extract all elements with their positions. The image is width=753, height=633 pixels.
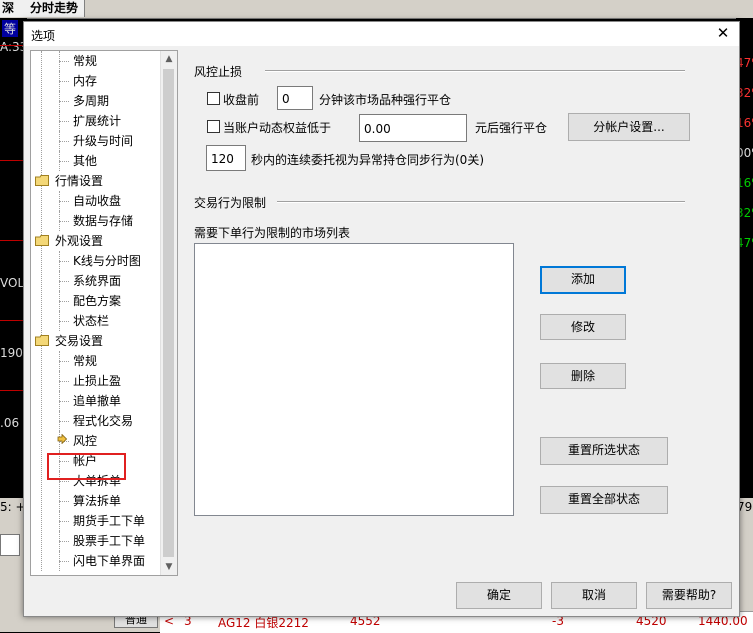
tree-branch-line bbox=[59, 121, 69, 122]
tree-item-17[interactable]: 追单撤单 bbox=[73, 392, 121, 410]
tree-group-14[interactable]: 交易设置 bbox=[55, 332, 103, 350]
tree-branch-line bbox=[59, 61, 69, 62]
add-button[interactable]: 添加 bbox=[540, 266, 626, 294]
tree-branch-line bbox=[59, 321, 69, 322]
tree-item-5[interactable]: 其他 bbox=[73, 152, 97, 170]
reset-all-button[interactable]: 重置全部状态 bbox=[540, 486, 668, 514]
left-label-190: 190 bbox=[0, 346, 23, 360]
close-icon[interactable]: ✕ bbox=[715, 25, 731, 41]
left-label-equal: 等 bbox=[2, 20, 19, 37]
tree-item-10[interactable]: K线与分时图 bbox=[73, 252, 141, 270]
scroll-up-icon[interactable]: ▲ bbox=[161, 51, 177, 67]
equity-suffix: 元后强行平仓 bbox=[475, 121, 548, 135]
left-label-06: .06 bbox=[0, 416, 20, 430]
help-button[interactable]: 需要帮助? bbox=[646, 582, 732, 609]
cancel-button[interactable]: 取消 bbox=[551, 582, 637, 609]
tree-group-9[interactable]: 外观设置 bbox=[55, 232, 103, 250]
close-minutes-suffix: 分钟该市场品种强行平仓 bbox=[319, 93, 452, 107]
left-label-vol: VOL bbox=[0, 276, 25, 290]
tree-item-23[interactable]: 期货手工下单 bbox=[73, 512, 145, 530]
options-dialog: 选项 ✕ 常规 内存 多周期 扩展统计 升级与时间 其他 行情设置 自动收盘 数据与存储 外观设置… bbox=[23, 21, 740, 617]
tree-branch-line bbox=[59, 141, 69, 142]
delete-button[interactable]: 删除 bbox=[540, 363, 626, 389]
tree-branch-line bbox=[59, 161, 69, 162]
dialog-titlebar[interactable]: 选项 ✕ bbox=[24, 22, 739, 46]
tree-branch-line bbox=[59, 261, 69, 262]
tree-branch-line bbox=[59, 101, 69, 102]
app-tabbar: 深沪 分时走势 bbox=[0, 0, 753, 32]
folder-icon bbox=[35, 235, 49, 246]
tree-item-25[interactable]: 闪电下单界面 bbox=[73, 552, 145, 570]
reset-selected-button[interactable]: 重置所选状态 bbox=[540, 437, 668, 465]
seconds-suffix: 秒内的连续委托视为异常持仓同步行为(0关) bbox=[251, 153, 484, 167]
tree-branch-line bbox=[59, 381, 69, 382]
close-minutes-input[interactable]: 0 bbox=[277, 86, 313, 110]
tree-branch-line bbox=[59, 401, 69, 402]
tree-item-1[interactable]: 内存 bbox=[73, 72, 97, 90]
market-list-label: 需要下单行为限制的市场列表 bbox=[194, 226, 351, 240]
selected-arrow-icon bbox=[57, 433, 68, 447]
scroll-down-icon[interactable]: ▼ bbox=[161, 559, 177, 575]
tree-item-18[interactable]: 程式化交易 bbox=[73, 412, 133, 430]
tree-branch-line bbox=[59, 501, 69, 502]
tab-intraday[interactable]: 分时走势 bbox=[24, 0, 86, 17]
tree-item-12[interactable]: 配色方案 bbox=[73, 292, 121, 310]
folder-icon bbox=[35, 335, 49, 346]
dialog-title: 选项 bbox=[31, 29, 56, 43]
tree-item-22[interactable]: 算法拆单 bbox=[73, 492, 121, 510]
tree-item-13[interactable]: 状态栏 bbox=[73, 312, 109, 330]
tree-item-8[interactable]: 数据与存储 bbox=[73, 212, 133, 230]
bottom-input[interactable] bbox=[0, 534, 20, 556]
tree-item-7[interactable]: 自动收盘 bbox=[73, 192, 121, 210]
tree-branch-line bbox=[59, 361, 69, 362]
tree-branch-line bbox=[59, 281, 69, 282]
tree-branch-line bbox=[59, 521, 69, 522]
tree-item-0[interactable]: 常规 bbox=[73, 52, 97, 70]
tree-scrollbar[interactable]: ▲ ▼ bbox=[160, 51, 177, 575]
settings-panel: 风控止损 收盘前 0 分钟该市场品种强行平仓 当账户动态权益低于 0.00 元后… bbox=[179, 50, 735, 574]
behavior-section-title: 交易行为限制 bbox=[194, 196, 267, 210]
risk-section-title: 风控止损 bbox=[194, 65, 243, 79]
tree-branch-line bbox=[59, 221, 69, 222]
tree-item-3[interactable]: 扩展统计 bbox=[73, 112, 121, 130]
equity-checkbox[interactable] bbox=[207, 120, 220, 133]
tree-branch-line bbox=[59, 481, 69, 482]
seconds-input[interactable]: 120 bbox=[206, 145, 246, 171]
folder-icon bbox=[35, 175, 49, 186]
tree-branch-line bbox=[59, 81, 69, 82]
close-before-label: 收盘前 bbox=[223, 93, 260, 107]
tree-item-4[interactable]: 升级与时间 bbox=[73, 132, 133, 150]
tree-branch-line bbox=[59, 561, 69, 562]
selection-highlight bbox=[47, 453, 126, 480]
options-tree[interactable]: 常规 内存 多周期 扩展统计 升级与时间 其他 行情设置 自动收盘 数据与存储 外观设置 K线与分时… bbox=[30, 50, 178, 576]
separator bbox=[265, 70, 685, 72]
tree-branch-line bbox=[59, 301, 69, 302]
scroll-thumb[interactable] bbox=[163, 69, 174, 557]
separator bbox=[277, 201, 685, 203]
tree-branch-line bbox=[59, 541, 69, 542]
tree-item-2[interactable]: 多周期 bbox=[73, 92, 109, 110]
close-before-checkbox[interactable] bbox=[207, 92, 220, 105]
equity-label: 当账户动态权益低于 bbox=[223, 121, 332, 135]
tree-trunk-line bbox=[41, 51, 42, 571]
market-listbox[interactable] bbox=[194, 243, 514, 516]
tree-item-11[interactable]: 系统界面 bbox=[73, 272, 121, 290]
tree-item-16[interactable]: 止损止盈 bbox=[73, 372, 121, 390]
tree-item-19[interactable]: 风控 bbox=[73, 432, 97, 450]
tree-branch-line bbox=[59, 201, 69, 202]
edit-button[interactable]: 修改 bbox=[540, 314, 626, 340]
account-settings-button[interactable]: 分帐户设置... bbox=[568, 113, 690, 141]
tree-item-24[interactable]: 股票手工下单 bbox=[73, 532, 145, 550]
equity-input[interactable]: 0.00 bbox=[359, 114, 467, 142]
ok-button[interactable]: 确定 bbox=[456, 582, 542, 609]
tree-group-6[interactable]: 行情设置 bbox=[55, 172, 103, 190]
tree-branch-line bbox=[59, 421, 69, 422]
tree-item-15[interactable]: 常规 bbox=[73, 352, 97, 370]
tab-shenhu[interactable]: 深沪 bbox=[0, 0, 25, 32]
